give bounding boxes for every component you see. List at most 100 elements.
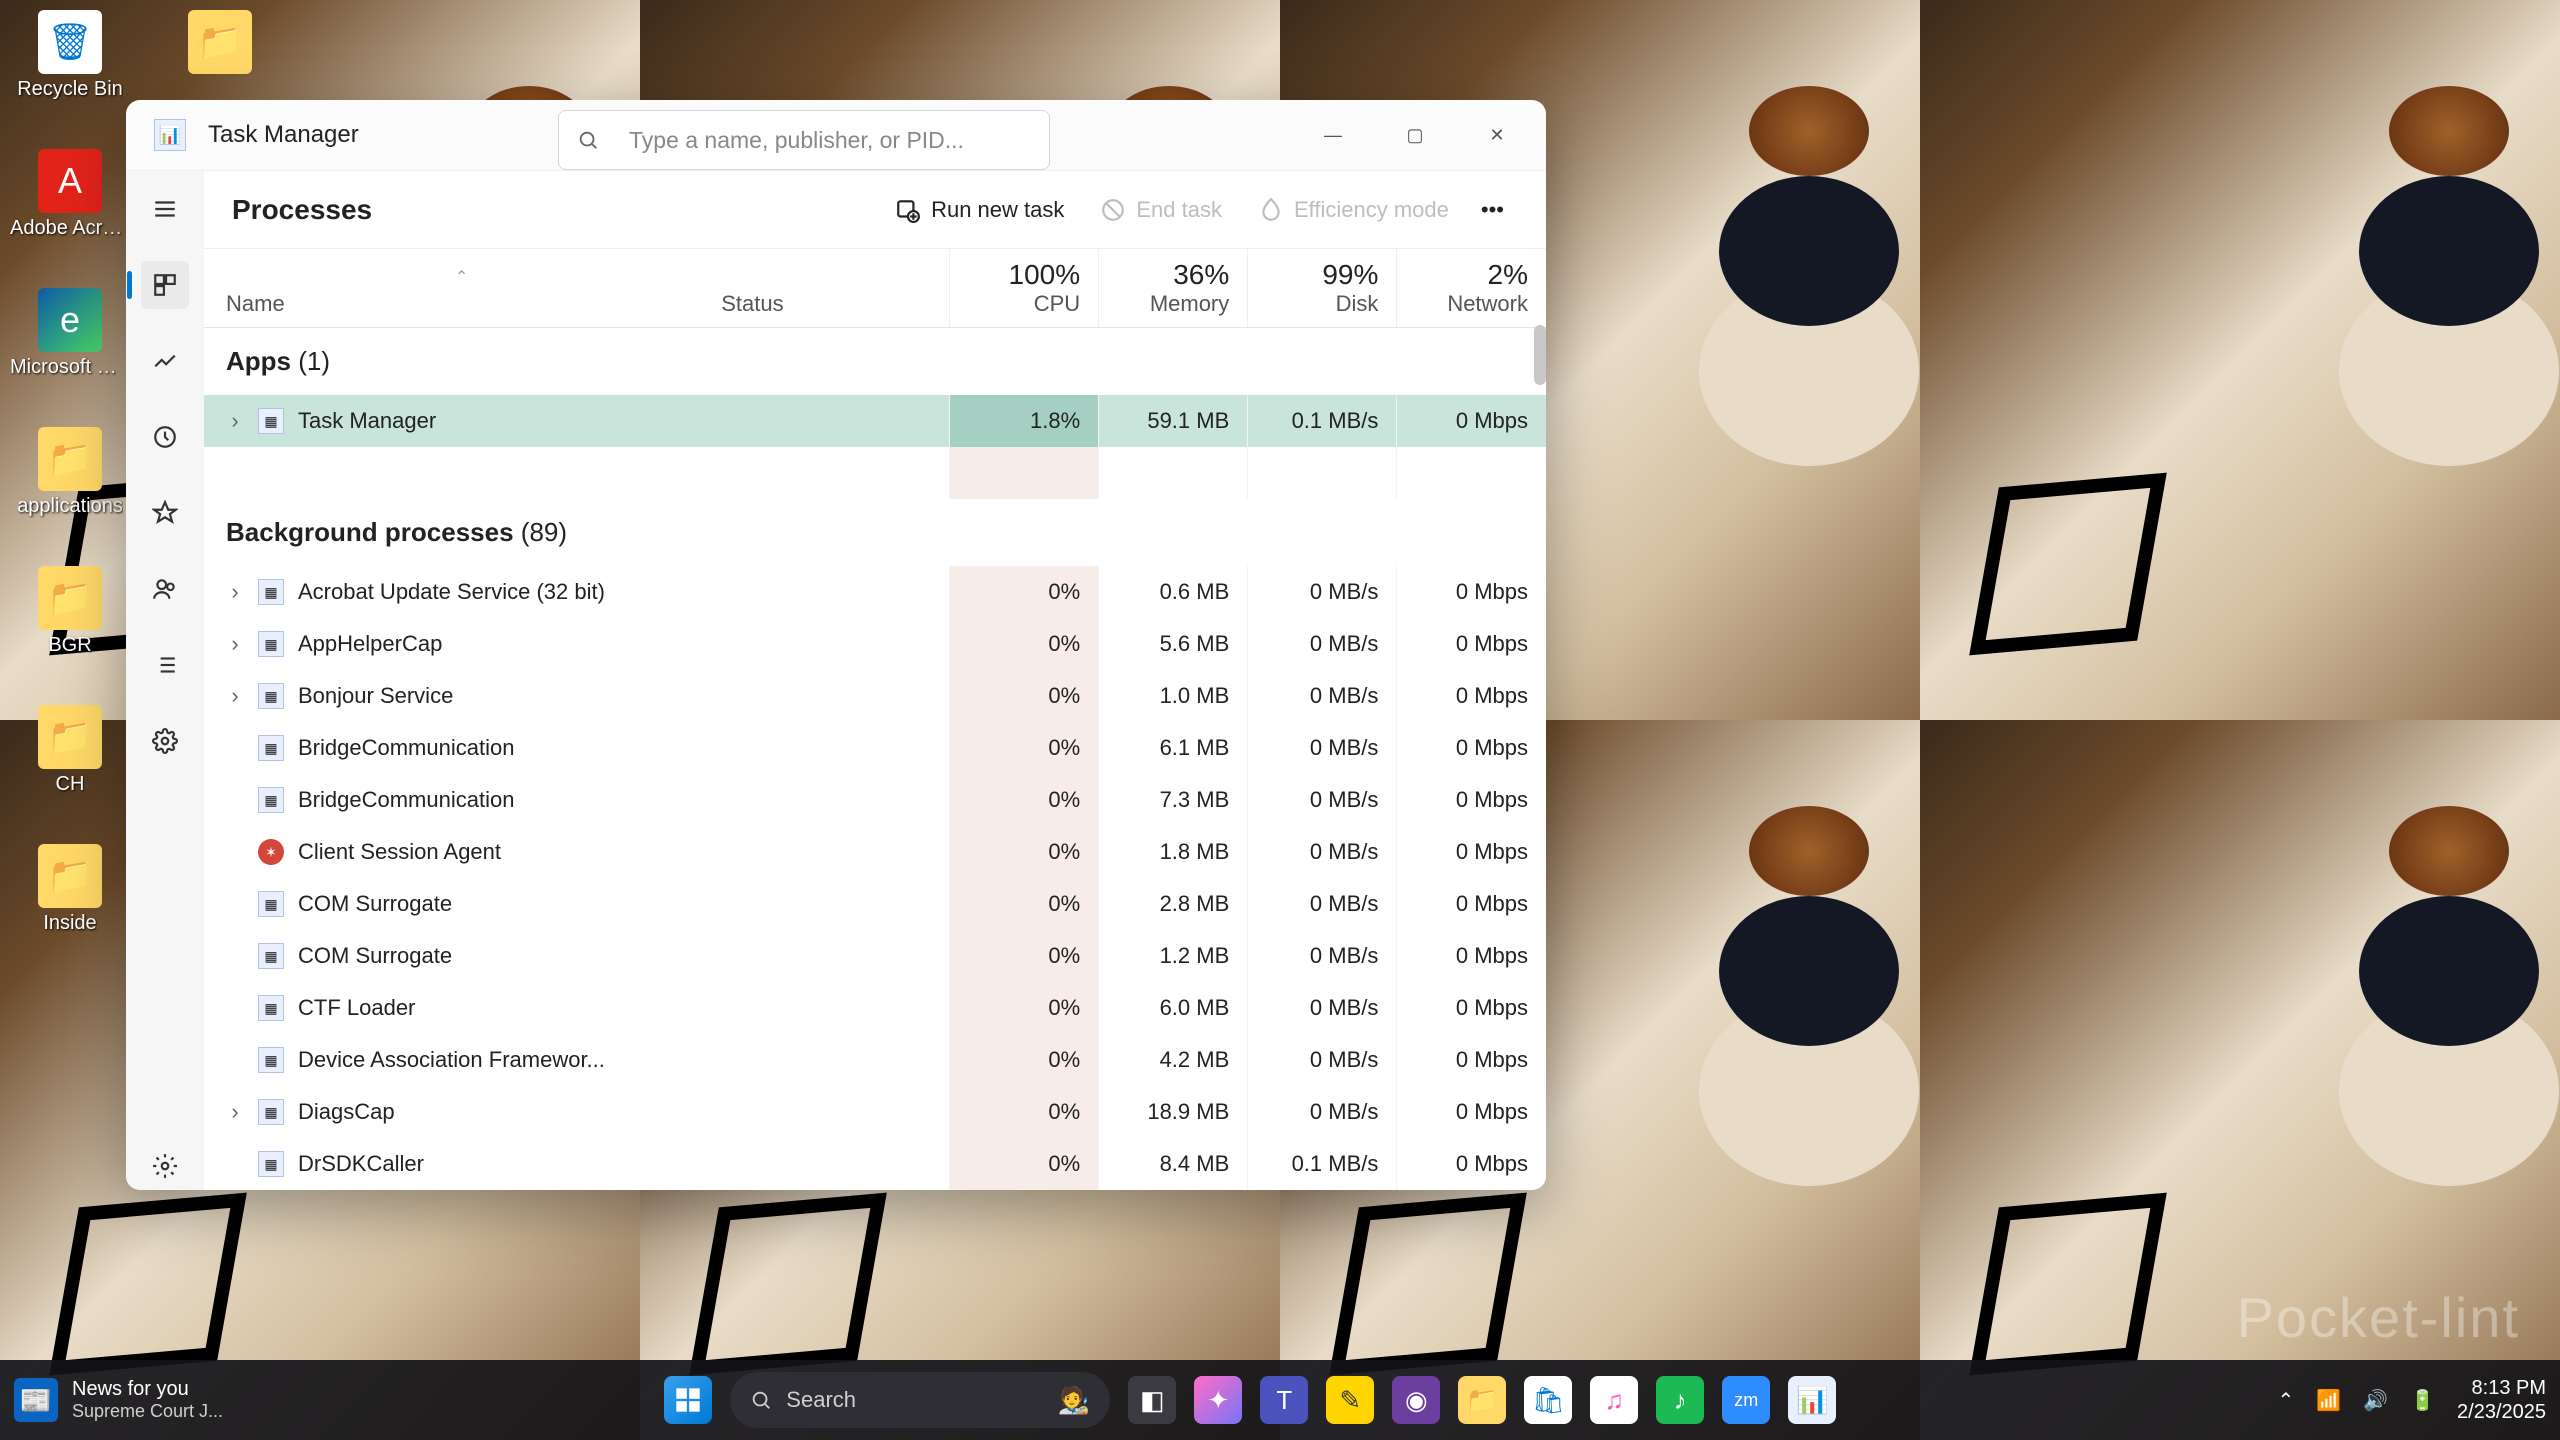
volume-icon[interactable]: 🔊: [2363, 1388, 2388, 1413]
search-icon: [577, 129, 599, 151]
expand-chevron-icon[interactable]: ›: [226, 631, 244, 657]
run-new-task-button[interactable]: Run new task: [877, 187, 1082, 233]
expand-chevron-icon[interactable]: ›: [226, 683, 244, 709]
process-row[interactable]: ▦BridgeCommunication0%7.3 MB0 MB/s0 Mbps: [204, 774, 1546, 826]
desktop-icon[interactable]: 🗑Recycle Bin: [10, 10, 130, 101]
process-name: COM Surrogate: [298, 943, 452, 969]
desktop-icon[interactable]: e Microsoft Edge: [10, 288, 130, 379]
col-cpu[interactable]: 100%CPU: [950, 249, 1099, 328]
nav-users[interactable]: [141, 565, 189, 613]
desktop-icon-label: applications: [17, 495, 123, 518]
desktop-icon[interactable]: 📁applications: [10, 427, 130, 518]
spotify-icon[interactable]: ♪: [1656, 1376, 1704, 1424]
desktop-icon[interactable]: 📁Inside: [10, 844, 130, 935]
process-icon: ▦: [258, 1151, 284, 1177]
process-row[interactable]: ›▦DiagsCap0%18.9 MB0 MB/s0 Mbps: [204, 1086, 1546, 1138]
col-network[interactable]: 2%Network: [1397, 249, 1546, 328]
wifi-icon[interactable]: 📶: [2316, 1388, 2341, 1413]
edge-icon: e: [38, 288, 102, 352]
desktop-icon[interactable]: 📁CH: [10, 705, 130, 796]
expand-chevron-icon[interactable]: ›: [226, 408, 244, 434]
nav-settings[interactable]: [141, 1142, 189, 1190]
process-name: Client Session Agent: [298, 839, 501, 865]
tray-chevron-icon[interactable]: ⌃: [2278, 1388, 2295, 1413]
search-input[interactable]: Type a name, publisher, or PID...: [558, 110, 1050, 170]
process-row[interactable]: ▦Device Association Framewor...0%4.2 MB0…: [204, 1034, 1546, 1086]
itunes-icon[interactable]: ♫: [1590, 1376, 1638, 1424]
taskbar[interactable]: 📰 News for you Supreme Court J... Search…: [0, 1360, 2560, 1440]
zoom-icon[interactable]: zm: [1722, 1376, 1770, 1424]
store-icon[interactable]: 🛍: [1524, 1376, 1572, 1424]
copilot-icon[interactable]: ✦: [1194, 1376, 1242, 1424]
process-name: AppHelperCap: [298, 631, 442, 657]
nav-startup[interactable]: [141, 489, 189, 537]
minimize-button[interactable]: —: [1292, 107, 1374, 163]
desktop-icon[interactable]: A Adobe Acrobat: [10, 149, 130, 240]
process-name: COM Surrogate: [298, 891, 452, 917]
system-tray[interactable]: ⌃ 📶 🔊 🔋 8:13 PM 2/23/2025: [2278, 1376, 2546, 1424]
start-button[interactable]: [664, 1376, 712, 1424]
process-row[interactable]: ▦CTF Loader0%6.0 MB0 MB/s0 Mbps: [204, 982, 1546, 1034]
col-name[interactable]: ⌃Name: [204, 249, 715, 328]
desktop-icon[interactable]: 📁BGR: [10, 566, 130, 657]
news-icon: 📰: [14, 1378, 58, 1422]
media-icon[interactable]: ◉: [1392, 1376, 1440, 1424]
search-icon: [750, 1389, 772, 1411]
col-disk[interactable]: 99%Disk: [1248, 249, 1397, 328]
desktop-icon-label: CH: [56, 773, 85, 796]
nav-details[interactable]: [141, 641, 189, 689]
nav-app-history[interactable]: [141, 413, 189, 461]
sticky-notes-icon[interactable]: ✎: [1326, 1376, 1374, 1424]
process-row[interactable]: ›▦Task Manager1.8%59.1 MB0.1 MB/s0 Mbps: [204, 395, 1546, 447]
section-header[interactable]: Background processes (89): [204, 499, 1546, 566]
process-icon: ▦: [258, 579, 284, 605]
desktop-icon-label: Adobe Acrobat: [10, 217, 130, 240]
expand-chevron-icon[interactable]: ›: [226, 1099, 244, 1125]
hamburger-icon[interactable]: [141, 185, 189, 233]
process-row[interactable]: ▦DrSDKCaller0%8.4 MB0.1 MB/s0 Mbps: [204, 1138, 1546, 1190]
nav-processes[interactable]: [141, 261, 189, 309]
process-row[interactable]: ›▦Acrobat Update Service (32 bit)0%0.6 M…: [204, 566, 1546, 618]
process-icon: ✶: [258, 839, 284, 865]
process-icon: ▦: [258, 1047, 284, 1073]
process-icon: ▦: [258, 995, 284, 1021]
explorer-icon[interactable]: 📁: [1458, 1376, 1506, 1424]
nav-services[interactable]: [141, 717, 189, 765]
col-memory[interactable]: 36%Memory: [1099, 249, 1248, 328]
maximize-button[interactable]: ▢: [1374, 107, 1456, 163]
section-header[interactable]: Apps (1): [204, 328, 1546, 396]
efficiency-mode-button: Efficiency mode: [1240, 187, 1467, 233]
vertical-scrollbar[interactable]: [1534, 325, 1546, 385]
process-row[interactable]: ▦COM Surrogate0%1.2 MB0 MB/s0 Mbps: [204, 930, 1546, 982]
column-headers[interactable]: ⌃Name Status 100%CPU 36%Memory 99%Disk 2…: [204, 249, 1546, 328]
main-panel: Processes Run new task End task Efficien…: [204, 171, 1546, 1190]
task-view-icon[interactable]: ◧: [1128, 1376, 1176, 1424]
acrobat-icon: A: [38, 149, 102, 213]
close-button[interactable]: ✕: [1456, 107, 1538, 163]
col-status[interactable]: Status: [715, 249, 949, 328]
desktop-icon[interactable]: 📁: [160, 10, 280, 78]
desktop-icon-label: Microsoft Edge: [10, 356, 130, 379]
news-widget[interactable]: 📰 News for you Supreme Court J...: [14, 1378, 223, 1422]
more-options-button[interactable]: •••: [1467, 187, 1518, 233]
process-grid[interactable]: ⌃Name Status 100%CPU 36%Memory 99%Disk 2…: [204, 249, 1546, 1190]
teams-icon[interactable]: T: [1260, 1376, 1308, 1424]
process-name: DrSDKCaller: [298, 1151, 424, 1177]
desktop-icon-label: Inside: [43, 912, 96, 935]
task-manager-taskbar-icon[interactable]: 📊: [1788, 1376, 1836, 1424]
process-row[interactable]: ›▦AppHelperCap0%5.6 MB0 MB/s0 Mbps: [204, 618, 1546, 670]
battery-icon[interactable]: 🔋: [2410, 1388, 2435, 1413]
nav-performance[interactable]: [141, 337, 189, 385]
process-icon: ▦: [258, 943, 284, 969]
expand-chevron-icon[interactable]: ›: [226, 579, 244, 605]
sort-chevron-icon: ⌃: [226, 267, 697, 287]
search-companion-icon: 🧑‍🎨: [1058, 1385, 1090, 1416]
clock[interactable]: 8:13 PM 2/23/2025: [2457, 1376, 2546, 1424]
process-row[interactable]: ▦COM Surrogate0%2.8 MB0 MB/s0 Mbps: [204, 878, 1546, 930]
process-row[interactable]: ▦BridgeCommunication0%6.1 MB0 MB/s0 Mbps: [204, 722, 1546, 774]
desktop-icon-label: BGR: [48, 634, 91, 657]
process-row[interactable]: ✶Client Session Agent0%1.8 MB0 MB/s0 Mbp…: [204, 826, 1546, 878]
toolbar: Processes Run new task End task Efficien…: [204, 171, 1546, 249]
process-row[interactable]: ›▦Bonjour Service0%1.0 MB0 MB/s0 Mbps: [204, 670, 1546, 722]
taskbar-search[interactable]: Search 🧑‍🎨: [730, 1372, 1110, 1428]
